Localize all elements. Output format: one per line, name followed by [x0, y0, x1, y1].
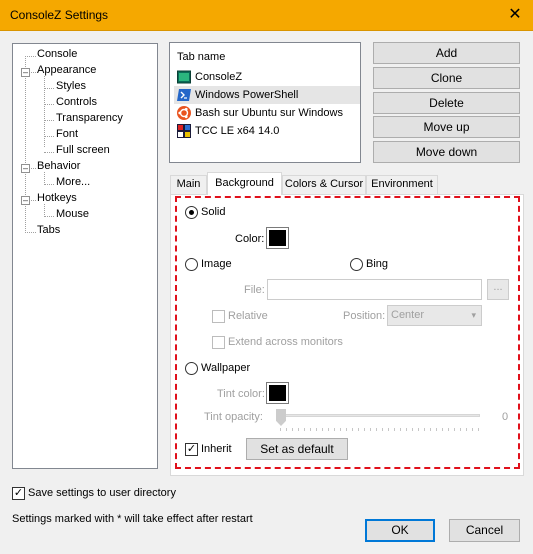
extend-checkbox[interactable] — [212, 336, 225, 349]
wallpaper-label: Wallpaper — [201, 362, 251, 374]
consolez-icon — [177, 70, 191, 84]
tab-environment[interactable]: Environment — [366, 175, 438, 194]
color-label: Color: — [235, 233, 265, 245]
tint-opacity-label: Tint opacity: — [204, 411, 263, 423]
tree-item-appearance[interactable]: Appearance — [37, 64, 96, 76]
tree-item-tabs[interactable]: Tabs — [37, 224, 60, 236]
browse-button[interactable]: ... — [487, 279, 509, 300]
list-item[interactable]: Bash sur Ubuntu sur Windows — [174, 104, 360, 122]
file-label: File: — [244, 284, 265, 296]
title-bar: ConsoleZ Settings ✕ — [0, 0, 533, 31]
tab-main[interactable]: Main — [170, 175, 207, 194]
chevron-down-icon: ▾ — [471, 310, 476, 320]
position-label: Position: — [343, 310, 386, 322]
tree-item-hotkeys[interactable]: Hotkeys — [37, 192, 77, 204]
tree-item-controls[interactable]: Controls — [56, 96, 97, 108]
tab-background[interactable]: Background — [207, 172, 282, 195]
move-down-button[interactable]: Move down — [373, 141, 520, 163]
close-icon[interactable]: ✕ — [497, 0, 533, 31]
color-swatch-button[interactable] — [266, 227, 289, 249]
file-input[interactable] — [267, 279, 482, 300]
extend-label: Extend across monitors — [228, 336, 343, 348]
settings-tree: – – – Console Appearance Styles Controls… — [12, 43, 158, 469]
collapse-icon[interactable]: – — [21, 196, 30, 205]
solid-radio[interactable] — [185, 206, 198, 219]
bing-radio[interactable] — [350, 258, 363, 271]
clone-button[interactable]: Clone — [373, 67, 520, 89]
tree-item-mouse[interactable]: Mouse — [56, 208, 89, 220]
tab-list-header: Tab name — [177, 51, 226, 63]
tint-color-label: Tint color: — [217, 388, 265, 400]
relative-checkbox[interactable] — [212, 310, 225, 323]
delete-button[interactable]: Delete — [373, 92, 520, 114]
inherit-checkbox[interactable]: ✓ — [185, 443, 198, 456]
position-select[interactable]: Center ▾ — [387, 305, 482, 326]
tree-item-behavior[interactable]: Behavior — [37, 160, 80, 172]
add-button[interactable]: Add — [373, 42, 520, 64]
tree-item-full-screen[interactable]: Full screen — [56, 144, 110, 156]
save-settings-label: Save settings to user directory — [28, 487, 176, 499]
tree-item-transparency[interactable]: Transparency — [56, 112, 123, 124]
bing-label: Bing — [366, 258, 389, 270]
restart-note: Settings marked with * will take effect … — [12, 513, 253, 525]
move-up-button[interactable]: Move up — [373, 116, 520, 138]
collapse-icon[interactable]: – — [21, 164, 30, 173]
tree-item-console[interactable]: Console — [37, 48, 77, 60]
relative-label: Relative — [228, 310, 268, 322]
window-title: ConsoleZ Settings — [10, 8, 109, 22]
image-label: Image — [201, 258, 232, 270]
tab-colors-cursor[interactable]: Colors & Cursor — [282, 175, 366, 194]
set-as-default-button[interactable]: Set as default — [246, 438, 348, 460]
tab-list: Tab name ConsoleZ Windows PowerShell Bas… — [169, 42, 361, 163]
tree-item-styles[interactable]: Styles — [56, 80, 86, 92]
ok-button[interactable]: OK — [365, 519, 435, 542]
inherit-label: Inherit — [201, 443, 232, 455]
tree-item-more[interactable]: More... — [56, 176, 90, 188]
powershell-icon — [177, 89, 191, 101]
save-settings-checkbox[interactable]: ✓ — [12, 487, 25, 500]
wallpaper-radio[interactable] — [185, 362, 198, 375]
tint-opacity-value: 0 — [502, 411, 509, 423]
list-item[interactable]: TCC LE x64 14.0 — [174, 122, 360, 140]
cancel-button[interactable]: Cancel — [449, 519, 520, 542]
tint-opacity-slider[interactable] — [276, 409, 482, 433]
ubuntu-icon — [177, 106, 191, 120]
list-item[interactable]: ConsoleZ — [174, 68, 360, 86]
image-radio[interactable] — [185, 258, 198, 271]
list-item[interactable]: Windows PowerShell — [174, 86, 360, 104]
tint-color-swatch[interactable] — [266, 382, 289, 404]
slider-thumb[interactable] — [276, 409, 286, 426]
solid-label: Solid — [201, 206, 226, 218]
collapse-icon[interactable]: – — [21, 68, 30, 77]
tree-item-font[interactable]: Font — [56, 128, 78, 140]
tcc-icon — [177, 124, 191, 138]
